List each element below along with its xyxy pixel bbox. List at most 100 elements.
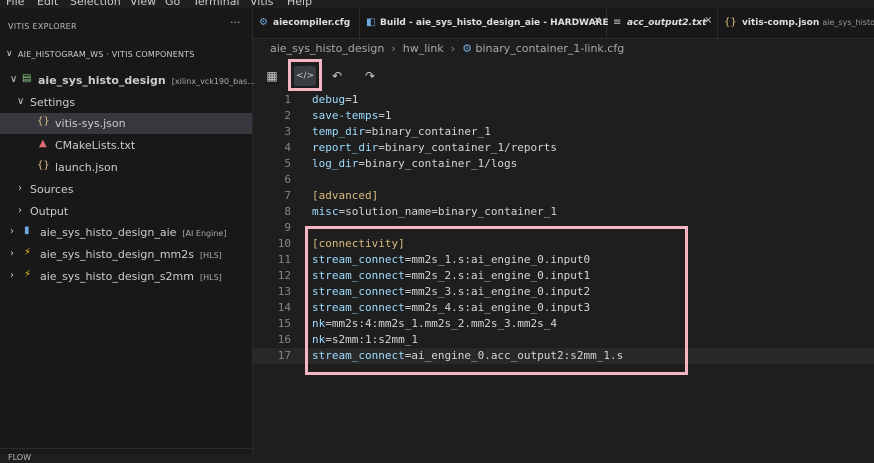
chevron-down-icon: ∨ — [10, 74, 18, 85]
json-icon: {} — [724, 17, 737, 28]
output-label: Output — [30, 205, 69, 218]
line-number: 16 — [277, 333, 291, 346]
close-icon[interactable]: × — [704, 15, 712, 26]
tree-item-component-aie[interactable]: › ▮ aie_sys_histo_design_aie [AI Engine] — [0, 222, 252, 243]
chevron-right-icon: › — [18, 183, 22, 194]
component-name: aie_sys_histo_design_aie — [40, 226, 177, 239]
tab-label: vitis-comp.json — [742, 18, 820, 28]
line-number: 14 — [277, 301, 291, 314]
code-line[interactable]: 4 report_dir=binary_container_1/reports — [253, 140, 874, 156]
menu-bar: File Edit Selection View Go Terminal Vit… — [0, 0, 874, 8]
line-number: 5 — [284, 157, 291, 170]
json-icon: {} — [37, 160, 50, 171]
line-number: 2 — [284, 109, 291, 122]
hls-bolt-icon: ⚡ — [24, 247, 32, 258]
menu-selection[interactable]: Selection — [70, 0, 121, 8]
tab-aiecompiler-cfg[interactable]: ⚙ aiecompiler.cfg — [253, 8, 360, 38]
code-line[interactable]: 2 save-temps=1 — [253, 108, 874, 124]
undo-button[interactable]: ↶ — [326, 66, 348, 86]
file-label: launch.json — [55, 161, 118, 174]
gear-icon: ⚙ — [462, 42, 472, 55]
chevron-right-icon: › — [10, 226, 14, 237]
config-value: binary_container_1 — [371, 125, 491, 138]
tab-description: aie_sys_histo_... — [822, 18, 874, 27]
workspace-label: AIE_HISTOGRAM_WS · VITIS COMPONENTS — [18, 50, 195, 59]
menu-terminal[interactable]: Terminal — [193, 0, 240, 8]
cmake-icon: ▲ — [39, 138, 47, 149]
menu-vitis[interactable]: Vitis — [250, 0, 273, 8]
tab-build-hardware[interactable]: ◧ Build - aie_sys_histo_design_aie - HAR… — [360, 8, 609, 38]
equals-sign: = — [364, 125, 372, 138]
tree-item-sources[interactable]: › Sources — [0, 179, 252, 200]
workspace-header[interactable]: ∨ AIE_HISTOGRAM_WS · VITIS COMPONENTS — [0, 46, 252, 66]
line-number: 8 — [284, 205, 291, 218]
code-line[interactable]: 3 temp_dir=binary_container_1 — [253, 124, 874, 140]
code-line[interactable]: 8 misc=solution_name=binary_container_1 — [253, 204, 874, 220]
json-icon: {} — [37, 116, 50, 127]
close-icon[interactable]: × — [593, 15, 601, 26]
chevron-right-icon: › — [450, 42, 456, 55]
line-number: 4 — [284, 141, 291, 154]
breadcrumb-item[interactable]: hw_link — [403, 42, 444, 55]
menu-edit[interactable]: Edit — [37, 0, 58, 8]
menu-file[interactable]: File — [6, 0, 24, 8]
tree-item-settings[interactable]: ∨ Settings — [0, 92, 252, 113]
tree-item-component-s2mm[interactable]: › ⚡ aie_sys_histo_design_s2mm [HLS] — [0, 266, 252, 287]
code-text: [advanced] — [312, 189, 378, 202]
line-number: 10 — [277, 237, 291, 250]
tree-item-output[interactable]: › Output — [0, 201, 252, 222]
component-tag: [HLS] — [200, 273, 222, 282]
menu-go[interactable]: Go — [165, 0, 180, 8]
tree-item-project[interactable]: ∨ ▤ aie_sys_histo_design [xilinx_vck190_b… — [0, 70, 255, 91]
code-text: save-temps=1 — [312, 109, 391, 122]
text-file-icon: ≡ — [613, 17, 622, 28]
equals-sign: = — [358, 157, 365, 170]
equals-sign: = — [345, 93, 352, 106]
tree-item-cmakelists[interactable]: ▲ CMakeLists.txt — [0, 135, 252, 156]
tree-item-launch-json[interactable]: {} launch.json — [0, 157, 252, 178]
code-line[interactable]: 5 log_dir=binary_container_1/logs — [253, 156, 874, 172]
line-number: 6 — [284, 173, 291, 186]
gear-icon: ⚙ — [259, 17, 268, 28]
config-value: binary_container_1/reports — [384, 141, 558, 154]
code-line[interactable]: 1 debug=1 — [253, 92, 874, 108]
config-key: misc — [312, 205, 339, 218]
settings-label: Settings — [30, 96, 76, 109]
config-key: report_dir — [312, 141, 379, 154]
flow-panel-header[interactable]: FLOW — [0, 448, 252, 463]
project-name: aie_sys_histo_design — [38, 74, 166, 87]
tree-item-vitis-sys-json[interactable]: {} vitis-sys.json — [0, 113, 252, 134]
code-text: report_dir=binary_container_1/reports — [312, 141, 557, 154]
line-number: 7 — [284, 189, 291, 202]
more-actions-button[interactable]: ··· — [230, 16, 241, 29]
tree-item-component-mm2s[interactable]: › ⚡ aie_sys_histo_design_mm2s [HLS] — [0, 244, 252, 265]
config-value: binary_container_1/logs — [364, 157, 518, 170]
breadcrumb-item[interactable]: aie_sys_histo_design — [270, 42, 384, 55]
component-tag: [AI Engine] — [182, 229, 227, 238]
chevron-right-icon: › — [10, 270, 14, 281]
menu-view[interactable]: View — [130, 0, 156, 8]
editor-tab-bar: ⚙ aiecompiler.cfg ◧ Build - aie_sys_hist… — [253, 8, 874, 39]
grid-view-button[interactable]: ▦ — [261, 66, 283, 86]
config-key: save-temps — [312, 109, 379, 122]
chevron-down-icon: ∨ — [17, 96, 25, 107]
tab-acc-output2-txt[interactable]: ≡ acc_output2.txt × — [607, 8, 718, 38]
editor-toolbar: ▦ </> ↶ ↷ — [253, 60, 874, 90]
component-name: aie_sys_histo_design_s2mm — [40, 270, 194, 283]
tab-vitis-comp-json[interactable]: {} vitis-comp.json aie_sys_histo_... — [718, 8, 874, 38]
breadcrumb-item[interactable]: binary_container_1-link.cfg — [475, 42, 624, 55]
code-line[interactable]: 7 [advanced] — [253, 188, 874, 204]
equals-sign: = — [378, 141, 385, 154]
menu-help[interactable]: Help — [287, 0, 312, 8]
build-icon: ◧ — [366, 17, 376, 28]
component-name: aie_sys_histo_design_mm2s — [40, 248, 194, 261]
redo-button[interactable]: ↷ — [359, 66, 381, 86]
line-number: 3 — [284, 125, 291, 138]
highlight-box-connectivity — [305, 226, 688, 375]
code-line[interactable]: 6 — [253, 172, 874, 188]
file-label: vitis-sys.json — [55, 117, 126, 130]
code-text: debug=1 — [312, 93, 358, 106]
file-label: CMakeLists.txt — [55, 139, 136, 152]
vitis-explorer-sidebar: VITIS EXPLORER ··· ∨ AIE_HISTOGRAM_WS · … — [0, 8, 255, 462]
config-key: debug — [312, 93, 346, 106]
